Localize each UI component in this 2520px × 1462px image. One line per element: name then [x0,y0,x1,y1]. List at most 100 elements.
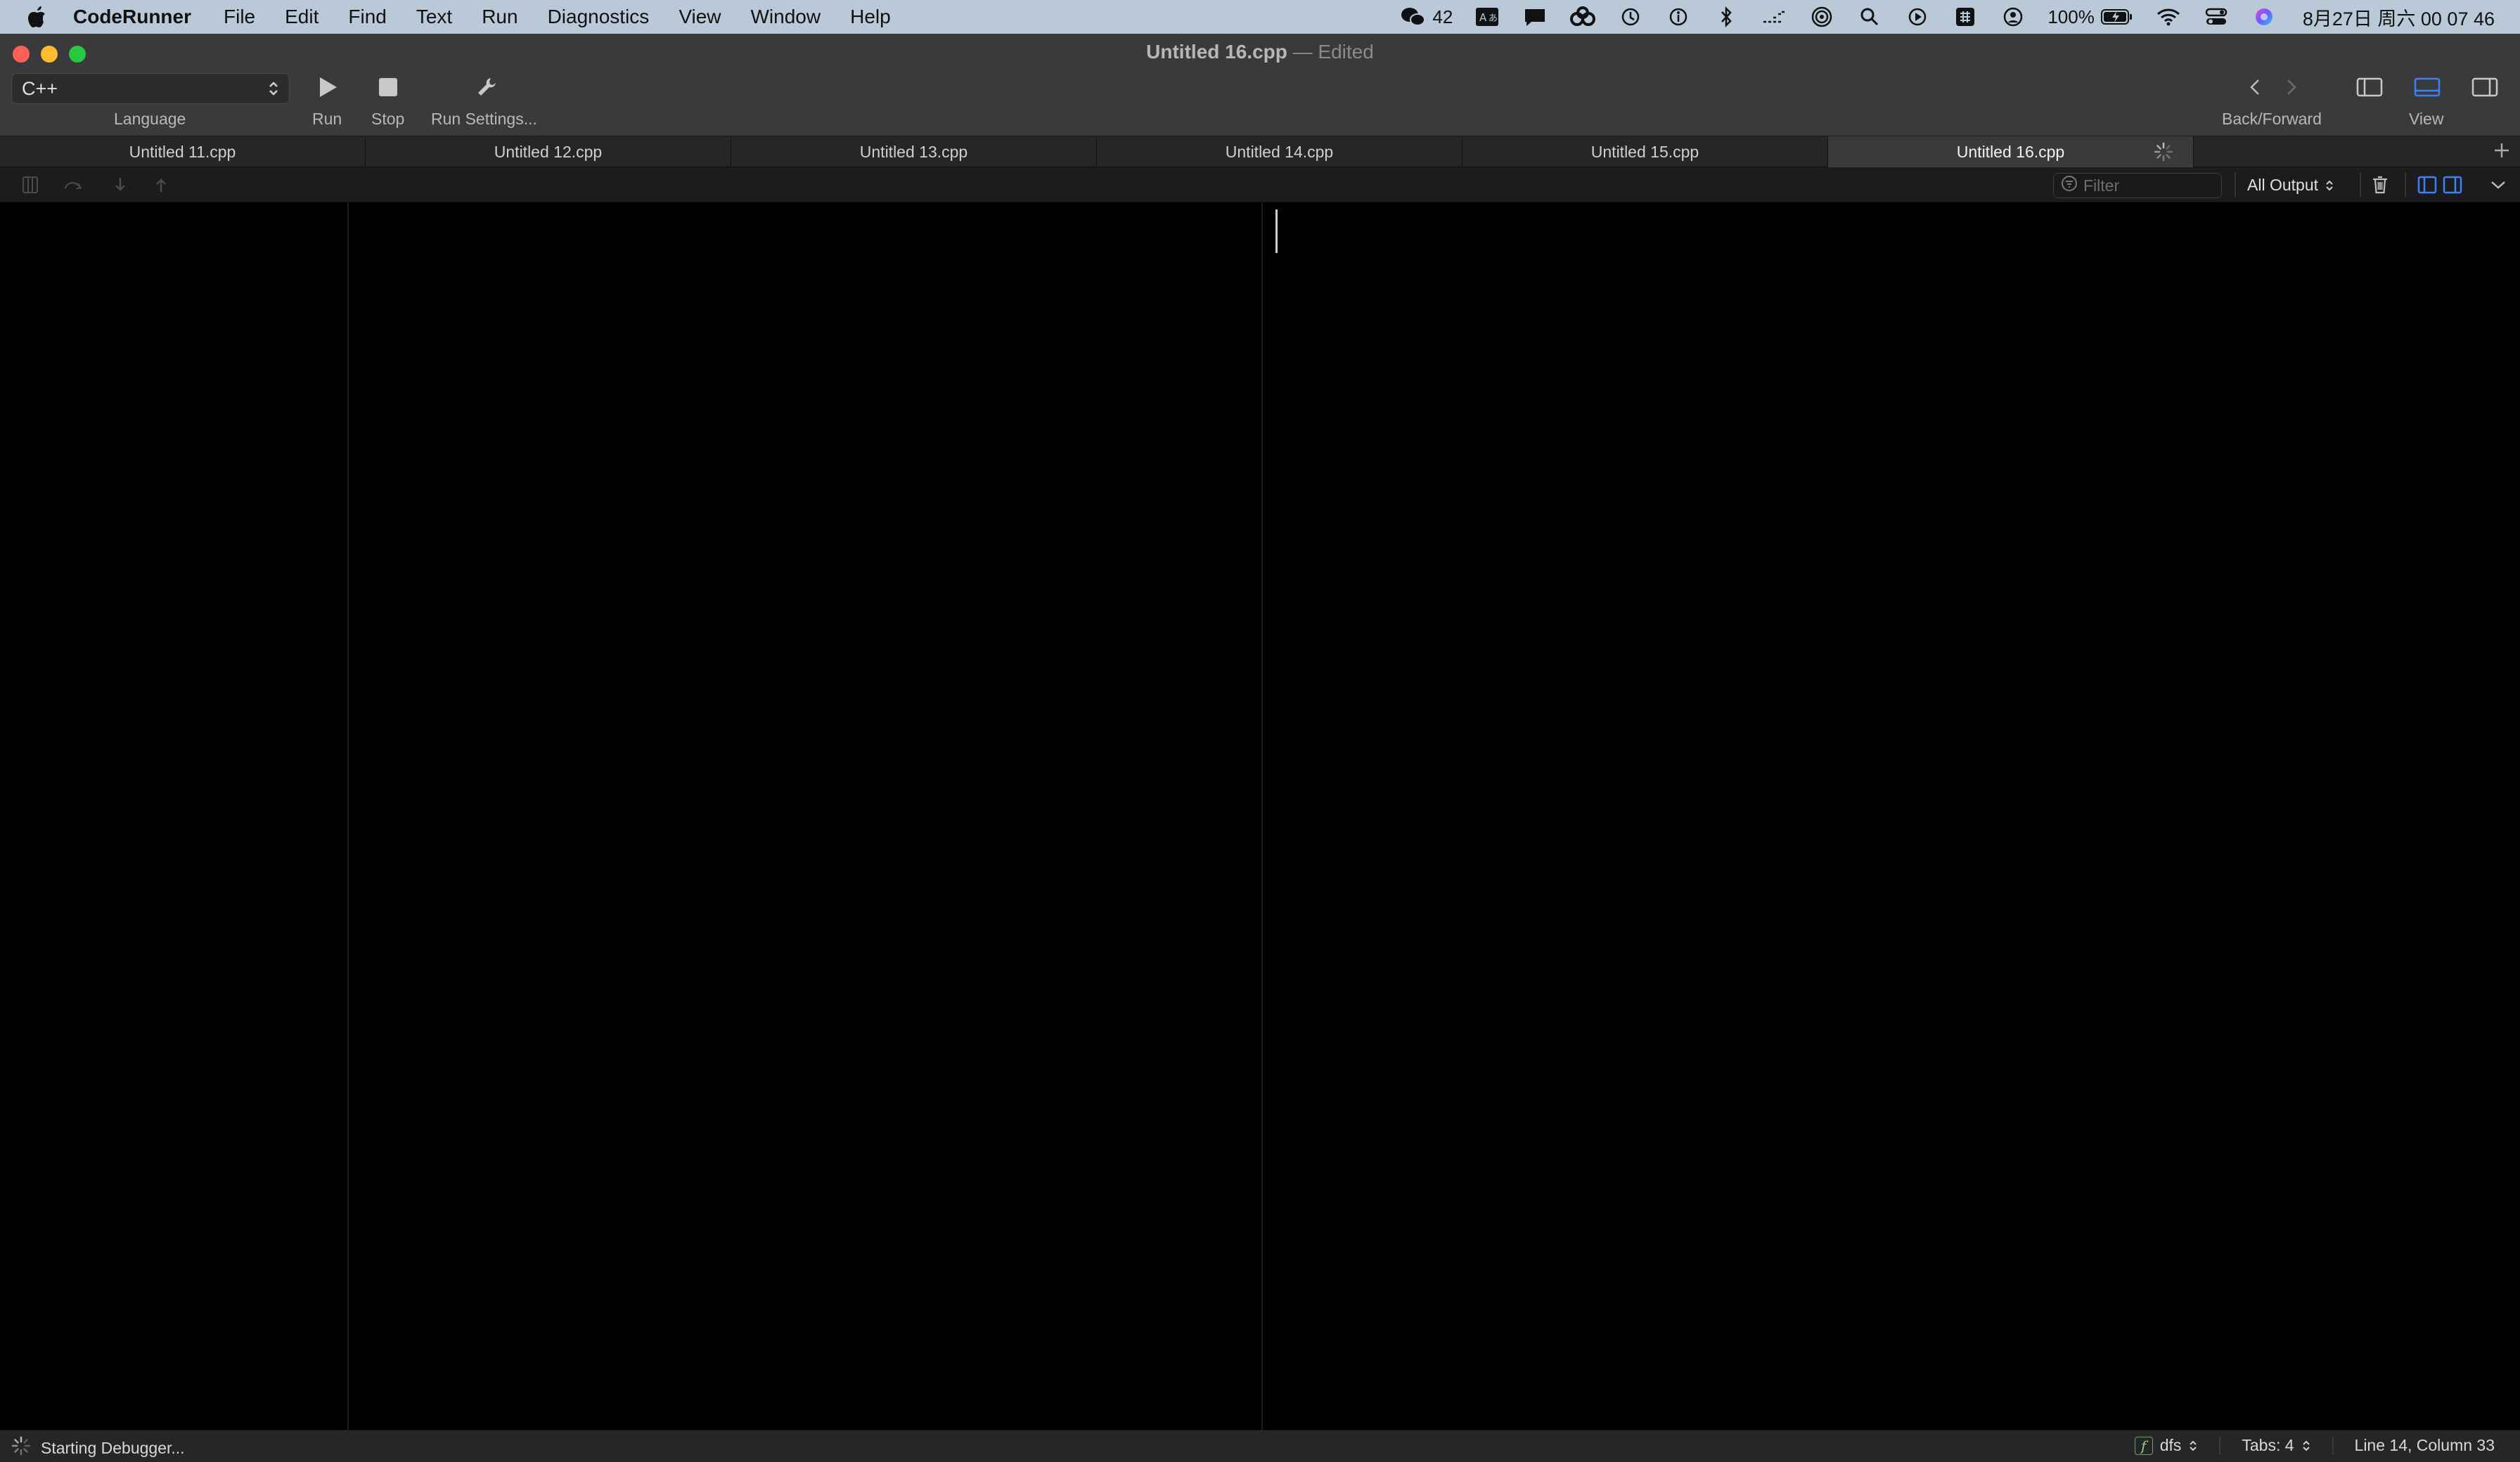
menu-window[interactable]: Window [751,6,821,28]
accessibility-icon[interactable] [1665,4,1692,30]
menu-file[interactable]: File [224,6,255,28]
title-separator: — [1287,41,1318,63]
output-type-select[interactable]: All Output [2247,176,2335,195]
status-right: f dfs Tabs: 4 Line 14, Column 33 [2134,1436,2495,1455]
clear-output-trash-icon[interactable] [2370,174,2391,195]
run-settings-button[interactable] [472,75,501,103]
function-icon: f [2134,1436,2153,1455]
right-sidebar-icon [2471,77,2498,101]
menu-run[interactable]: Run [482,6,518,28]
menu-text[interactable]: Text [416,6,452,28]
control-center-icon[interactable] [2203,4,2230,30]
run-label: Run [312,110,342,128]
function-name: dfs [2159,1436,2182,1454]
code-editor[interactable] [350,202,1263,1462]
media-play-icon[interactable] [1904,4,1931,30]
forward-button[interactable] [2281,76,2302,101]
network-activity-icon[interactable] [1761,4,1787,30]
creative-cloud-icon[interactable] [1569,4,1596,30]
loading-spinner-icon [2154,142,2173,166]
chevron-right-icon [2285,77,2298,101]
step-over-icon[interactable] [63,174,84,195]
battery-percent: 100% [2048,6,2095,27]
status-message: Starting Debugger... [41,1438,185,1457]
user-account-icon[interactable] [2000,4,2026,30]
status-divider [2332,1436,2334,1455]
dictionary-icon[interactable]: Aあ [1474,4,1500,30]
pause-columns-icon[interactable] [20,174,41,195]
status-left: Starting Debugger... [11,1436,185,1460]
updown-chevron-icon [2324,177,2335,194]
menu-help[interactable]: Help [850,6,891,28]
siri-icon[interactable] [2251,4,2277,30]
battery-icon[interactable] [2100,4,2134,30]
wrench-icon [475,76,498,102]
bottom-panel-icon [2414,77,2441,101]
bluetooth-icon[interactable] [1713,4,1740,30]
status-bar: Starting Debugger... f dfs Tabs: 4 Line … [0,1430,2520,1462]
airdrop-icon[interactable] [1808,4,1835,30]
run-button[interactable] [315,75,340,103]
language-select[interactable]: C++ [11,73,290,104]
tab-untitled-11[interactable]: Untitled 11.cpp [0,136,366,167]
cursor-position[interactable]: Line 14, Column 33 [2355,1436,2495,1455]
split-left-pane-icon[interactable] [2416,174,2438,195]
variables-pane[interactable] [0,202,349,1462]
menu-diagnostics[interactable]: Diagnostics [548,6,650,28]
chevron-left-icon [2249,77,2261,101]
menu-app-name[interactable]: CodeRunner [73,6,191,28]
debug-toolbar: All Output [0,167,2520,202]
tab-width-value: Tabs: 4 [2242,1436,2294,1454]
notification-icon[interactable] [1522,4,1548,30]
edited-indicator: Edited [1318,41,1374,63]
step-out-icon[interactable] [150,174,172,195]
toggle-left-sidebar-button[interactable] [2355,77,2384,100]
filter-input[interactable] [2083,176,2210,195]
split-right-pane-icon[interactable] [2441,174,2464,195]
toggle-bottom-panel-button[interactable] [2413,77,2441,100]
title-bar: Untitled 16.cpp — Edited C++ Language Ru… [0,34,2520,136]
tab-bar: Untitled 11.cpp Untitled 12.cpp Untitled… [0,136,2520,167]
tab-untitled-15[interactable]: Untitled 15.cpp [1462,136,1828,167]
chevron-down-icon[interactable] [2488,174,2509,195]
toolbar-divider [2405,173,2406,197]
toggle-right-sidebar-button[interactable] [2471,77,2499,100]
status-menu-area: 42 Aあ 100% 8月27日 周六 00 07 46 [1400,0,2495,34]
play-icon [317,75,338,103]
plus-icon [2493,141,2511,163]
wechat-count: 42 [1432,6,1453,27]
step-into-icon[interactable] [110,174,131,195]
tab-label: Untitled 15.cpp [1590,142,1699,161]
wechat-icon[interactable] [1400,4,1427,30]
output-type-value: All Output [2247,176,2318,194]
time-machine-icon[interactable] [1617,4,1644,30]
menu-view[interactable]: View [679,6,721,28]
function-selector[interactable]: f dfs [2134,1436,2199,1455]
wifi-icon[interactable] [2155,4,2182,30]
menu-find[interactable]: Find [348,6,386,28]
language-value: C++ [22,77,58,99]
output-filter-field[interactable] [2053,173,2222,198]
tab-untitled-13[interactable]: Untitled 13.cpp [731,136,1097,167]
tab-untitled-12[interactable]: Untitled 12.cpp [366,136,731,167]
language-label: Language [114,110,186,128]
menubar-clock[interactable]: 8月27日 周六 00 07 46 [2303,4,2495,31]
menu-edit[interactable]: Edit [285,6,319,28]
apple-icon[interactable] [27,5,48,29]
tab-width-selector[interactable]: Tabs: 4 [2242,1436,2310,1455]
input-method-icon[interactable] [1952,4,1979,30]
tab-untitled-14[interactable]: Untitled 14.cpp [1097,136,1462,167]
tab-untitled-16[interactable]: Untitled 16.cpp [1828,136,2194,167]
updown-chevron-icon [2301,1438,2311,1454]
stop-label: Stop [371,110,405,128]
new-tab-button[interactable] [2489,139,2514,164]
spotlight-search-icon[interactable] [1856,4,1883,30]
back-button[interactable] [2244,76,2265,101]
view-label: View [2409,110,2444,128]
svg-text:A: A [1479,11,1487,24]
progress-spinner-icon [11,1436,31,1460]
toolbar-divider [2235,173,2236,197]
stop-button[interactable] [375,76,401,101]
filter-icon [2061,175,2078,196]
console-output[interactable] [1264,202,2520,1462]
